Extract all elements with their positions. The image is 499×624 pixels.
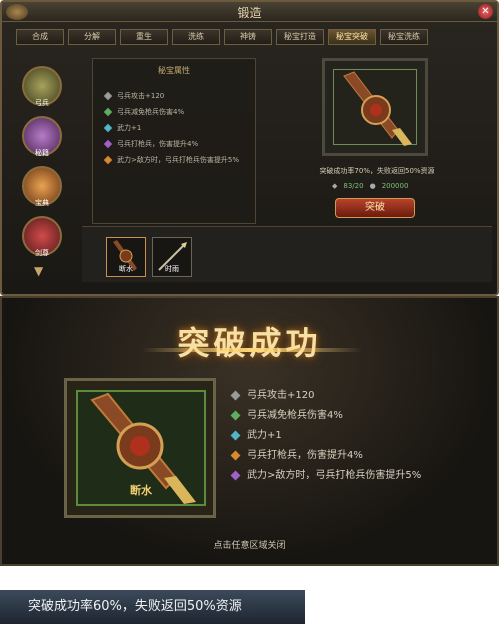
slot-label: 断水 [119, 265, 133, 273]
tab-treasure-refine[interactable]: 秘宝洗练 [380, 29, 428, 45]
tab-bar: 合成 分解 重生 洗练 神铸 秘宝打造 秘宝突破 秘宝洗练 [16, 29, 428, 45]
list-item: 弓兵打枪兵，伤害提升4% [103, 139, 251, 149]
sidebar-label: 秘籍 [35, 149, 49, 157]
list-item: 武力>敌方时，弓兵打枪兵伤害提升5% [230, 470, 432, 482]
list-item: 武力+1 [230, 430, 432, 442]
list-item: 武力+1 [103, 123, 251, 133]
material-icon: ◆ [332, 182, 338, 190]
attribute-text: 弓兵攻击+120 [117, 92, 165, 100]
attribute-text: 弓兵打枪兵，伤害提升4% [117, 140, 199, 148]
close-hint: 点击任意区域关闭 [213, 541, 286, 551]
bow-soldier-icon[interactable]: 弓兵 [22, 66, 62, 107]
list-item: 武力>敌方时，弓兵打枪兵伤害提升5% [103, 155, 251, 165]
list-item: 弓兵减免枪兵伤害4% [103, 107, 251, 117]
category-sidebar: 弓兵 秘籍 宝典 剑尊 [22, 66, 68, 266]
gem-icon [103, 107, 113, 117]
tab-rebirth[interactable]: 重生 [120, 29, 168, 45]
success-rate-text: 突破成功率70%，失败返回50%资源 [319, 167, 435, 175]
attribute-text: 武力+1 [117, 124, 142, 132]
silver-icon: ● [369, 182, 376, 190]
gem-icon [230, 470, 241, 481]
tab-treasure-forge[interactable]: 秘宝打造 [276, 29, 324, 45]
gem-icon [103, 155, 113, 165]
gem-icon [230, 390, 241, 401]
gem-icon [103, 123, 113, 133]
weapon-card: 断水 [64, 378, 216, 518]
slot-label: 时雨 [165, 265, 179, 273]
popup-title: 突破成功 [177, 324, 322, 362]
tab-divine-forge[interactable]: 神铸 [224, 29, 272, 45]
forge-window: 锻造 ✕ 合成 分解 重生 洗练 神铸 秘宝打造 秘宝突破 秘宝洗练 弓兵 秘籍… [0, 0, 499, 296]
success-rate-banner: 突破成功率60%，失败返回50%资源 [0, 590, 305, 624]
success-popup[interactable]: 突破成功 断水 弓兵攻击+120 弓兵减免枪兵伤害4% 武力+1 弓兵打枪兵，伤… [0, 296, 499, 566]
sidebar-label: 剑尊 [35, 249, 49, 257]
gem-icon [230, 450, 241, 461]
gem-icon [103, 139, 113, 149]
tab-decompose[interactable]: 分解 [68, 29, 116, 45]
close-button[interactable]: ✕ [478, 4, 493, 19]
window-title: 锻造 [237, 6, 262, 20]
breakthrough-button[interactable]: 突破 [335, 198, 415, 218]
gem-icon [230, 430, 241, 441]
title-glow [142, 348, 362, 352]
window-titlebar: 锻造 ✕ [2, 2, 497, 22]
list-item: 弓兵打枪兵，伤害提升4% [230, 450, 432, 462]
treasure-slot-shiyu[interactable]: 时雨 [152, 237, 192, 277]
list-item: 弓兵攻击+120 [103, 91, 251, 101]
list-item: 弓兵减免枪兵伤害4% [230, 410, 432, 422]
treasure-slots: 断水 时雨 [82, 226, 492, 282]
book-icon[interactable]: 宝典 [22, 166, 62, 207]
attribute-text: 武力+1 [247, 430, 282, 441]
treasure-slot-duanshui[interactable]: 断水 [106, 237, 146, 277]
cost-row: ◆ 83/20 ● 200000 [332, 182, 408, 190]
sword-icon[interactable]: 剑尊 [22, 216, 62, 257]
attribute-text: 武力>敌方时，弓兵打枪兵伤害提升5% [117, 156, 239, 164]
gem-icon [230, 410, 241, 421]
attribute-list: 弓兵攻击+120 弓兵减免枪兵伤害4% 武力+1 弓兵打枪兵，伤害提升4% 武力… [103, 91, 251, 171]
treasure-attributes-panel: 秘宝属性 弓兵攻击+120 弓兵减免枪兵伤害4% 武力+1 弓兵打枪兵，伤害提升… [92, 58, 256, 224]
attribute-text: 弓兵攻击+120 [247, 390, 315, 401]
scroll-icon[interactable]: 秘籍 [22, 116, 62, 157]
attribute-text: 弓兵减免枪兵伤害4% [117, 108, 185, 116]
weapon-preview [333, 69, 417, 146]
attribute-text: 弓兵减免枪兵伤害4% [247, 410, 343, 421]
gem-icon [103, 91, 113, 101]
material-count: 83/20 [343, 182, 364, 190]
weapon-preview-frame [322, 58, 428, 156]
panel-heading: 秘宝属性 [158, 66, 190, 75]
dagger-icon [343, 71, 412, 146]
tab-treasure-breakthrough[interactable]: 秘宝突破 [328, 29, 376, 45]
attribute-text: 弓兵打枪兵，伤害提升4% [247, 450, 363, 461]
tab-synthesize[interactable]: 合成 [16, 29, 64, 45]
silver-count: 200000 [381, 182, 409, 190]
list-item: 弓兵攻击+120 [230, 390, 432, 402]
sidebar-label: 弓兵 [35, 99, 49, 107]
popup-attribute-list: 弓兵攻击+120 弓兵减免枪兵伤害4% 武力+1 弓兵打枪兵，伤害提升4% 武力… [230, 390, 432, 490]
attribute-text: 武力>敌方时，弓兵打枪兵伤害提升5% [247, 470, 422, 481]
weapon-card-inner: 断水 [76, 390, 206, 506]
weapon-name: 断水 [130, 484, 152, 497]
sidebar-label: 宝典 [35, 199, 49, 207]
tab-refine[interactable]: 洗练 [172, 29, 220, 45]
chevron-down-icon[interactable]: ▼ [34, 264, 43, 278]
